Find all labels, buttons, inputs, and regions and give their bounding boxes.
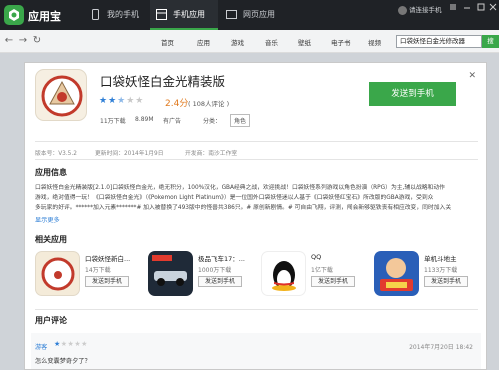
related-app-name: 单机斗地主: [424, 255, 457, 263]
doudizhu-icon: [374, 251, 419, 296]
connect-phone-link[interactable]: 请连接手机: [398, 4, 442, 15]
app-name: 口袋妖怪白金光精装版: [100, 74, 226, 89]
race-car-icon: [148, 251, 193, 296]
tab-my-phone[interactable]: 我的手机: [84, 0, 150, 30]
review-date: 2014年7月20日 18:42: [409, 344, 473, 351]
related-send-button[interactable]: 发送到手机: [311, 276, 355, 287]
divider: [35, 159, 478, 160]
divider: [35, 141, 478, 142]
maximize-icon[interactable]: [476, 2, 486, 12]
related-send-button[interactable]: 发送到手机: [198, 276, 242, 287]
file-size: 8.89M: [135, 116, 154, 123]
description-line: 口袋妖怪白金光精装版[2.1.0]口袋妖怪白金光，绝无积分，100%汉化，GBA…: [35, 185, 445, 191]
related-app[interactable]: QQ 1亿下载 发送到手机: [261, 251, 369, 303]
related-app-downloads: 14万下载: [85, 267, 111, 274]
back-icon[interactable]: ←: [3, 35, 15, 47]
related-app[interactable]: 极品飞车17：... 1000万下载 发送到手机: [148, 251, 256, 303]
nav-link-wallpaper[interactable]: 壁纸: [298, 37, 311, 47]
rating-stars: ★★★★★: [99, 96, 145, 106]
search-input[interactable]: 口袋妖怪白金光修改器: [396, 35, 482, 48]
ads-label: 有广告: [163, 118, 182, 125]
send-to-phone-button[interactable]: 发送到手机: [369, 82, 456, 106]
nav-link-music[interactable]: 音乐: [265, 37, 278, 47]
related-app-name: 口袋妖怪新白...: [85, 255, 131, 263]
tab-web-apps[interactable]: 网页应用: [220, 0, 288, 30]
related-app-downloads: 1000万下载: [198, 267, 232, 274]
section-title-related: 相关应用: [35, 235, 67, 244]
close-icon[interactable]: ✕: [468, 71, 476, 81]
apps-grid-icon: [156, 9, 167, 20]
tab-label: 手机应用: [173, 10, 205, 19]
review-text: 怎么变囊梦奇夕了？: [35, 358, 91, 365]
related-send-button[interactable]: 发送到手机: [424, 276, 468, 287]
phone-icon: [92, 9, 99, 20]
close-window-icon[interactable]: [488, 2, 498, 12]
review-stars: ★★★★★: [54, 340, 88, 348]
tab-mobile-apps[interactable]: 手机应用: [150, 0, 218, 30]
nav-link-home[interactable]: 首页: [161, 37, 174, 47]
category-tag[interactable]: 角色: [230, 114, 251, 127]
yingyongbao-logo-icon: [4, 5, 24, 25]
login-label: 请连接手机: [409, 6, 442, 14]
section-title-reviews: 用户评论: [35, 316, 67, 325]
web-icon: [226, 10, 237, 19]
description-line: 多玩家的好评。******加入元素*******# 加入被替换了493版中的怪兽…: [35, 205, 452, 211]
avatar-icon: [398, 5, 407, 15]
nav-link-ebooks[interactable]: 电子书: [331, 37, 351, 47]
refresh-icon[interactable]: ↻: [31, 35, 43, 47]
nav-link-games[interactable]: 游戏: [231, 37, 244, 47]
qq-penguin-icon: [261, 251, 306, 296]
nav-bar: ← → ↻ 首页 应用 游戏 音乐 壁纸 电子书 视频 口袋妖怪白金光修改器 搜: [0, 30, 499, 53]
nav-link-apps[interactable]: 应用: [197, 37, 210, 47]
version-info: 版本号：V3.5.2: [35, 151, 77, 157]
divider: [35, 309, 478, 310]
app-icon: [35, 69, 87, 121]
description-line: 游戏，绝对值得一玩！《口袋妖怪白金光》（《Pokemon Light Plati…: [35, 195, 434, 201]
review-user: 游客: [35, 344, 48, 351]
forward-icon[interactable]: →: [17, 35, 29, 47]
minimize-icon[interactable]: [462, 2, 472, 12]
related-app-downloads: 1133万下载: [424, 267, 458, 274]
menu-icon[interactable]: [448, 2, 458, 12]
app-title: 应用宝: [28, 10, 61, 23]
tab-label: 网页应用: [243, 10, 275, 19]
related-app-name: 极品飞车17：...: [198, 255, 245, 263]
related-app[interactable]: 单机斗地主 1133万下载 发送到手机: [374, 251, 482, 303]
related-send-button[interactable]: 发送到手机: [85, 276, 129, 287]
nav-link-video[interactable]: 视频: [368, 37, 381, 47]
title-bar: 应用宝 我的手机 手机应用 网页应用 请连接手机: [0, 0, 499, 30]
rating-score: 2.4分: [165, 99, 189, 109]
review-item: 游客 ★★★★★ 2014年7月20日 18:42 怎么变囊梦奇夕了？: [31, 333, 481, 369]
review-count[interactable]: ( 108人评论 ): [188, 98, 229, 108]
developer-info: 开发商：南沙工作室: [185, 151, 238, 157]
related-app[interactable]: 口袋妖怪新白... 14万下载 发送到手机: [35, 251, 143, 303]
related-app-name: QQ: [311, 253, 322, 261]
category-label: 分类：: [203, 118, 222, 125]
app-description: 口袋妖怪白金光精装版[2.1.0]口袋妖怪白金光，绝无积分，100%汉化，GBA…: [35, 183, 475, 213]
search-button[interactable]: 搜: [482, 35, 499, 48]
app-detail-dialog: ✕ 口袋妖怪白金光精装版 ★★★★★ 2.4分 ( 108人评论 ) 11万下载…: [24, 62, 487, 370]
tab-label: 我的手机: [107, 10, 139, 19]
show-more-link[interactable]: 显示更多: [35, 215, 60, 224]
update-time: 更新时间：2014年1月9日: [95, 151, 164, 157]
download-count: 11万下载: [100, 118, 126, 125]
pokemon-icon: [41, 75, 83, 117]
section-title-info: 应用信息: [35, 168, 67, 177]
related-app-downloads: 1亿下载: [311, 267, 333, 274]
pokemon-icon: [35, 251, 80, 296]
